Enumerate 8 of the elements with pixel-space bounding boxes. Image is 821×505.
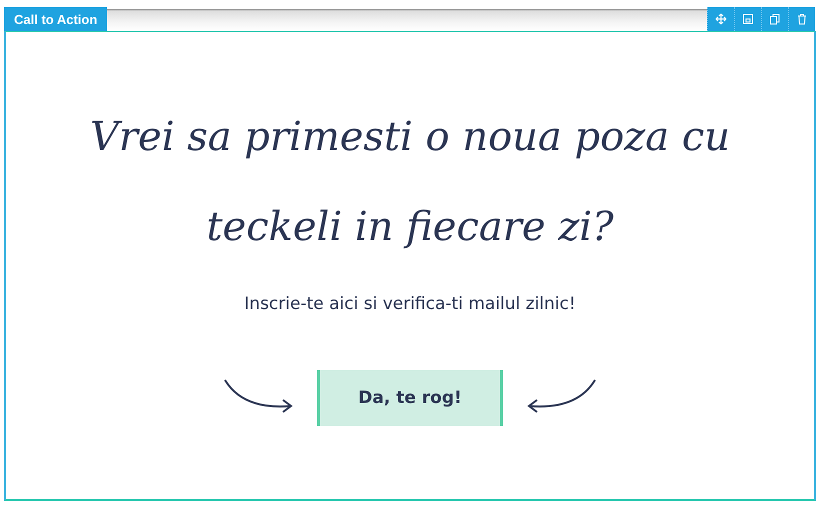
cta-button[interactable]: Da, te rog! (317, 370, 503, 426)
copy-icon (769, 13, 781, 25)
heading: Vrei sa primesti o noua poza cu teckeli in fiecare zi? (89, 113, 731, 252)
subtitle: Inscrie-te aici si verifica-ti mailul zilnic! (244, 294, 576, 314)
widget-label: Call to Action (4, 7, 108, 31)
delete-icon (796, 13, 808, 25)
save-icon (742, 13, 754, 25)
move-icon (715, 13, 727, 25)
